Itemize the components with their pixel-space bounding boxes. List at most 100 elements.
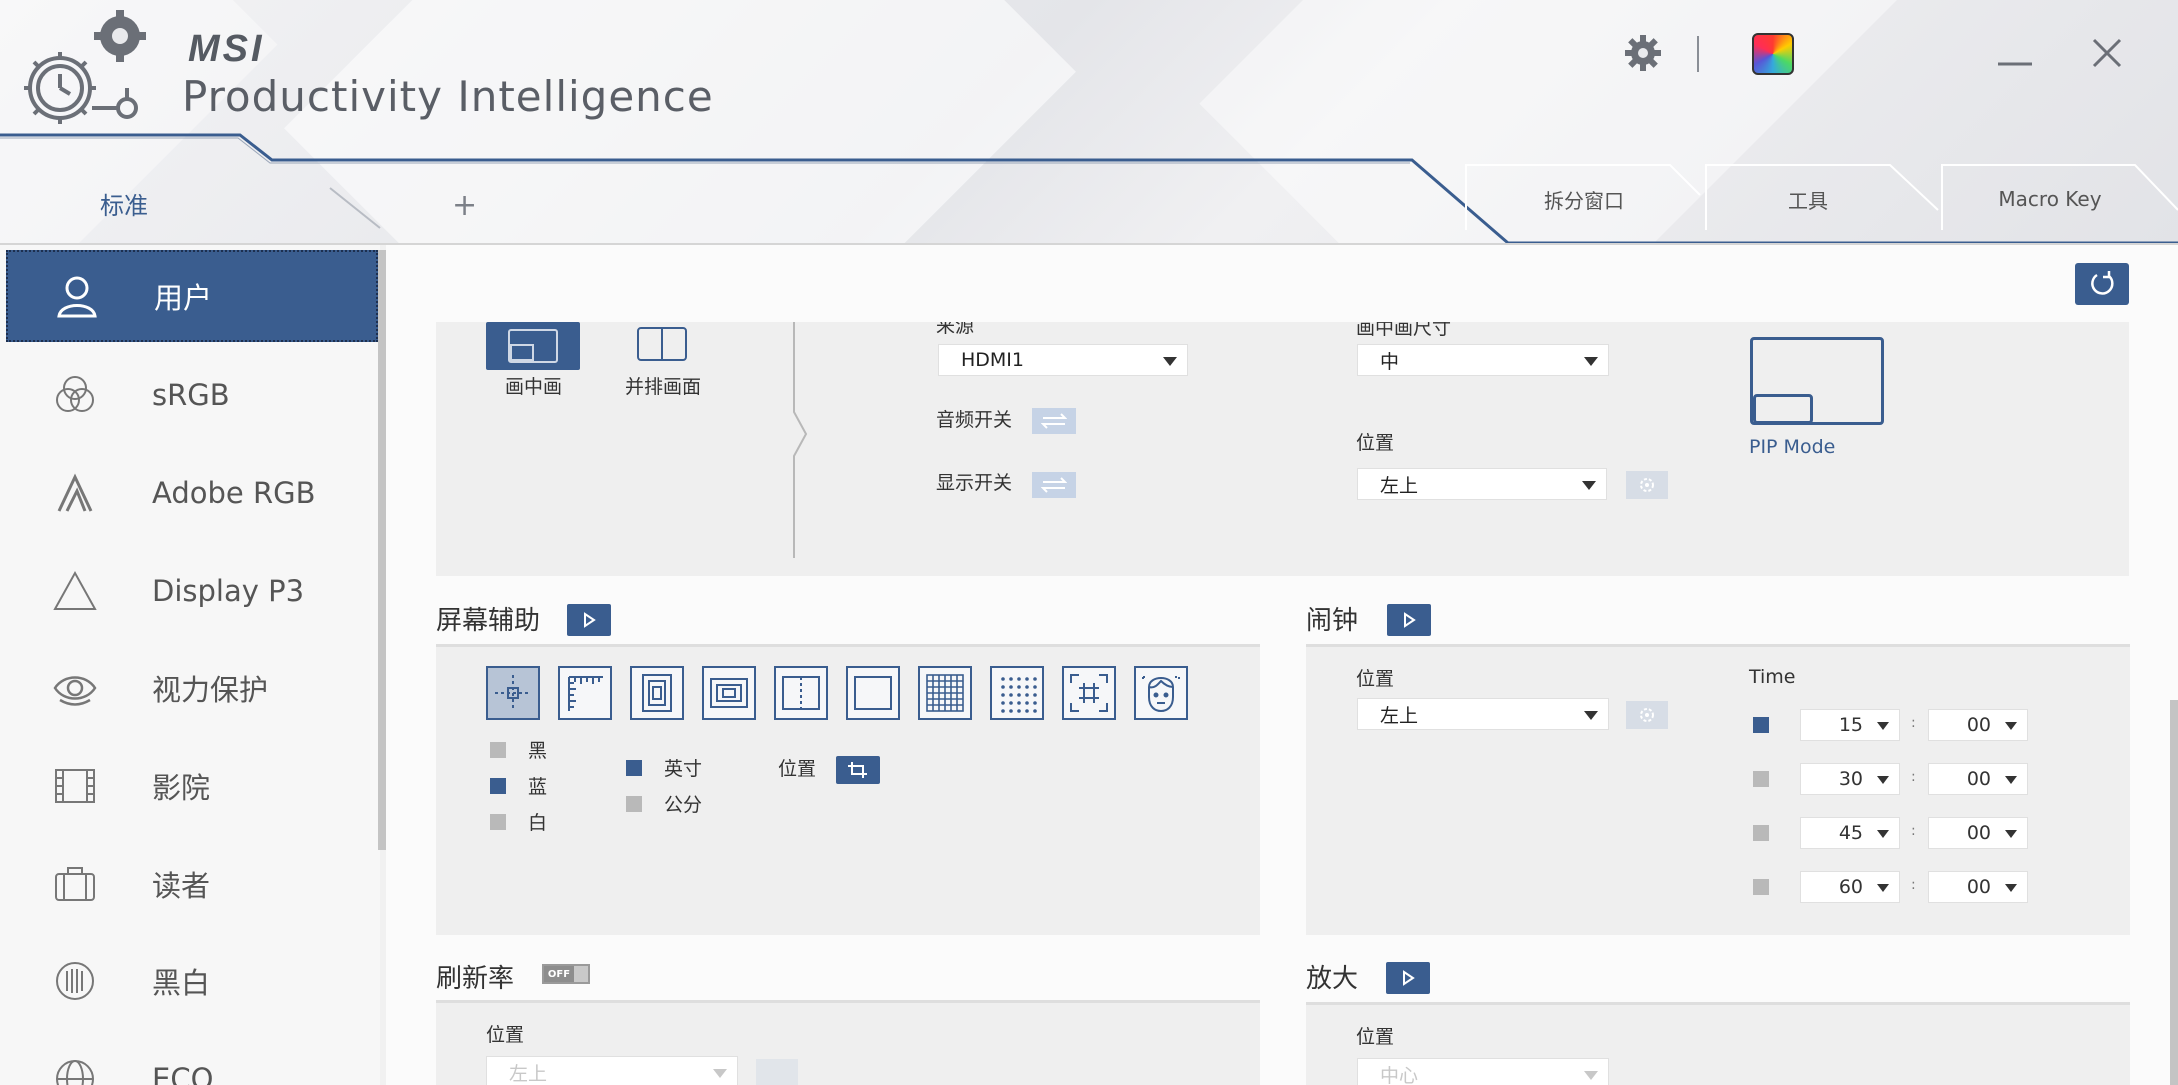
brand-logo: MSI bbox=[188, 28, 265, 70]
sidebar-item-black-white[interactable]: 黑白 bbox=[6, 935, 378, 1027]
add-tab-button[interactable]: + bbox=[452, 188, 477, 223]
magnify-play-button[interactable] bbox=[1386, 962, 1430, 994]
sidebar-item-cinema[interactable]: 影院 bbox=[6, 740, 378, 832]
tab-standard[interactable]: 标准 bbox=[100, 186, 148, 221]
time-separator: : bbox=[1911, 769, 1916, 785]
dot-grid-tool-icon[interactable] bbox=[990, 666, 1044, 720]
color-blue-checkbox[interactable] bbox=[490, 778, 506, 794]
display-switch-button[interactable] bbox=[1032, 472, 1076, 498]
chevron-down-icon bbox=[1877, 722, 1889, 730]
audio-switch-label: 音频开关 bbox=[936, 409, 1013, 431]
srgb-icon bbox=[40, 360, 110, 430]
minimize-button[interactable] bbox=[1996, 40, 2036, 70]
color-white-label: 白 bbox=[528, 812, 548, 834]
color-black-checkbox[interactable] bbox=[490, 742, 506, 758]
ruler-tool-icon[interactable] bbox=[558, 666, 612, 720]
source-select[interactable]: HDMI1 bbox=[938, 344, 1188, 376]
sidebar-item-eco[interactable]: ECO bbox=[6, 1033, 378, 1085]
alarm-row-checkbox[interactable] bbox=[1753, 879, 1769, 895]
alarm-row-checkbox[interactable] bbox=[1753, 771, 1769, 787]
chevron-down-icon bbox=[1877, 776, 1889, 784]
title-bar: MSI Productivity Intelligence 标准 + 拆分窗口 … bbox=[0, 0, 2178, 245]
rectangle-tool-icon[interactable] bbox=[846, 666, 900, 720]
color-blue-label: 蓝 bbox=[528, 776, 548, 798]
refresh-position-value: 左上 bbox=[509, 1062, 548, 1085]
sidebar-item-srgb[interactable]: sRGB bbox=[6, 349, 378, 441]
hashtag-frame-tool-icon[interactable] bbox=[1062, 666, 1116, 720]
chevron-down-icon bbox=[2005, 830, 2017, 838]
magnify-position-select[interactable]: 中心 bbox=[1357, 1058, 1609, 1085]
alarm-minutes-select[interactable]: 15 bbox=[1800, 709, 1900, 741]
audio-switch-button[interactable] bbox=[1032, 408, 1076, 434]
screen-assist-play-button[interactable] bbox=[567, 604, 611, 636]
unit-inch-label: 英寸 bbox=[664, 758, 703, 780]
tab-macro-key[interactable]: Macro Key bbox=[1945, 164, 2155, 234]
alarm-position-select[interactable]: 左上 bbox=[1357, 698, 1609, 730]
chevron-down-icon bbox=[1877, 830, 1889, 838]
center-frame-tool-icon[interactable] bbox=[630, 666, 684, 720]
sidebar-item-display-p3[interactable]: Display P3 bbox=[6, 545, 378, 637]
alarm-time-label: Time bbox=[1749, 666, 1796, 688]
pip-size-select[interactable]: 中 bbox=[1357, 344, 1609, 376]
alarm-position-settings-icon[interactable] bbox=[1626, 701, 1668, 729]
pbp-mode-button[interactable] bbox=[632, 322, 692, 366]
split-line-tool-icon[interactable] bbox=[774, 666, 828, 720]
title-separator bbox=[1697, 36, 1699, 72]
refresh-rate-title: 刷新率 bbox=[436, 964, 515, 994]
reset-button[interactable] bbox=[2075, 263, 2129, 305]
close-button[interactable] bbox=[2086, 32, 2128, 74]
display-switch-label: 显示开关 bbox=[936, 472, 1013, 494]
color-palette-icon[interactable] bbox=[1752, 33, 1794, 75]
pip-position-value: 左上 bbox=[1380, 474, 1419, 497]
pip-mode-label: 画中画 bbox=[505, 376, 563, 398]
alarm-seconds-select[interactable]: 00 bbox=[1928, 709, 2028, 741]
wide-frame-tool-icon[interactable] bbox=[702, 666, 756, 720]
sidebar-item-user[interactable]: 用户 bbox=[6, 250, 378, 342]
alarm-minutes-select[interactable]: 30 bbox=[1800, 763, 1900, 795]
chevron-down-icon bbox=[1163, 357, 1177, 366]
settings-gear-icon[interactable] bbox=[1620, 30, 1666, 76]
sidebar-item-reader[interactable]: 读者 bbox=[6, 838, 378, 930]
refresh-position-select[interactable]: 左上 bbox=[486, 1056, 738, 1085]
sidebar: 用户 sRGB Adobe RGB Display P3 视力保护 影院 读者 … bbox=[0, 245, 380, 1085]
alarm-seconds-select[interactable]: 00 bbox=[1928, 817, 2028, 849]
pip-position-settings-icon[interactable] bbox=[1626, 471, 1668, 499]
sidebar-item-eye-care[interactable]: 视力保护 bbox=[6, 642, 378, 734]
pip-mode-button[interactable] bbox=[486, 322, 580, 370]
unit-cm-label: 公分 bbox=[664, 794, 703, 816]
tab-split-window[interactable]: 拆分窗口 bbox=[1478, 164, 1690, 234]
pip-divider bbox=[793, 322, 808, 558]
pip-size-value: 中 bbox=[1380, 350, 1400, 373]
crop-position-button[interactable] bbox=[836, 756, 880, 784]
pbp-mode-label: 并排画面 bbox=[625, 376, 702, 398]
alarm-row-checkbox[interactable] bbox=[1753, 825, 1769, 841]
face-tool-icon[interactable] bbox=[1134, 666, 1188, 720]
grid-tool-icon[interactable] bbox=[918, 666, 972, 720]
reader-icon bbox=[40, 849, 110, 919]
pip-preview-label: PIP Mode bbox=[1749, 436, 1836, 458]
alarm-seconds-select[interactable]: 00 bbox=[1928, 871, 2028, 903]
unit-cm-checkbox[interactable] bbox=[626, 796, 642, 812]
sidebar-item-label: Adobe RGB bbox=[152, 476, 316, 510]
sidebar-item-adobe-rgb[interactable]: Adobe RGB bbox=[6, 447, 378, 539]
black-white-icon bbox=[40, 946, 110, 1016]
sidebar-scrollbar[interactable] bbox=[378, 250, 386, 850]
unit-inch-checkbox[interactable] bbox=[626, 760, 642, 776]
alarm-row-checkbox[interactable] bbox=[1753, 717, 1769, 733]
alarm-play-button[interactable] bbox=[1387, 604, 1431, 636]
chevron-down-icon bbox=[1584, 357, 1598, 366]
crosshair-tool-icon[interactable] bbox=[486, 666, 540, 720]
pip-position-select[interactable]: 左上 bbox=[1357, 468, 1607, 500]
refresh-position-settings-icon[interactable] bbox=[756, 1059, 798, 1085]
alarm-title: 闹钟 bbox=[1306, 606, 1359, 636]
alarm-minutes-select[interactable]: 45 bbox=[1800, 817, 1900, 849]
pip-size-label: 画中画尺寸 bbox=[1356, 322, 1452, 338]
main-scrollbar[interactable] bbox=[2170, 700, 2178, 1085]
tab-tools[interactable]: 工具 bbox=[1708, 164, 1908, 234]
alarm-seconds-select[interactable]: 00 bbox=[1928, 763, 2028, 795]
alarm-minutes-value: 45 bbox=[1838, 822, 1863, 844]
alarm-minutes-select[interactable]: 60 bbox=[1800, 871, 1900, 903]
color-white-checkbox[interactable] bbox=[490, 814, 506, 830]
refresh-rate-toggle[interactable]: OFF bbox=[542, 964, 590, 984]
time-separator: : bbox=[1911, 877, 1916, 893]
